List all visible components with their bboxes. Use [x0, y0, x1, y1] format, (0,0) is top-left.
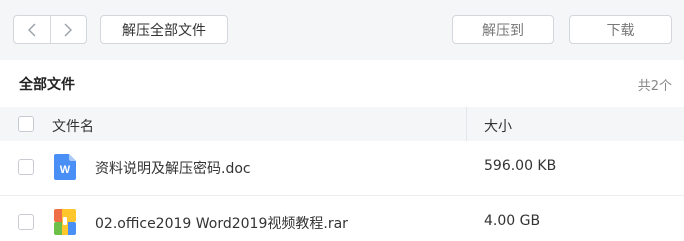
row-checkbox[interactable]: [18, 214, 34, 230]
file-row[interactable]: W 资料说明及解压密码.doc 596.00 KB: [0, 141, 684, 195]
column-header: 文件名 大小: [0, 107, 684, 141]
section-header: 全部文件 共2个: [0, 60, 684, 107]
extract-to-button[interactable]: 解压到: [452, 15, 554, 44]
file-size: 4.00 GB: [484, 213, 541, 229]
column-divider[interactable]: [466, 107, 467, 141]
toolbar: 解压全部文件 解压到 下载: [0, 0, 684, 60]
file-count: 共2个: [637, 79, 672, 94]
select-all-checkbox[interactable]: [18, 116, 34, 132]
chevron-right-icon: [64, 23, 72, 36]
section-title: 全部文件: [19, 77, 75, 93]
back-button[interactable]: [14, 16, 50, 43]
column-name-header[interactable]: 文件名: [52, 116, 94, 136]
file-name[interactable]: 02.office2019 Word2019视频教程.rar: [95, 213, 348, 233]
download-button[interactable]: 下载: [569, 15, 672, 44]
svg-text:W: W: [60, 164, 71, 176]
nav-button-group: [13, 15, 87, 44]
column-size-header[interactable]: 大小: [484, 116, 512, 136]
file-name[interactable]: 资料说明及解压密码.doc: [95, 158, 251, 178]
file-row[interactable]: 02.office2019 Word2019视频教程.rar 4.00 GB: [0, 195, 684, 241]
word-doc-icon: W: [54, 154, 76, 180]
chevron-left-icon: [28, 23, 36, 36]
file-size: 596.00 KB: [484, 158, 557, 174]
archive-icon: [54, 209, 76, 235]
forward-button[interactable]: [49, 16, 87, 43]
row-checkbox[interactable]: [18, 159, 34, 175]
extract-all-button[interactable]: 解压全部文件: [100, 15, 228, 44]
